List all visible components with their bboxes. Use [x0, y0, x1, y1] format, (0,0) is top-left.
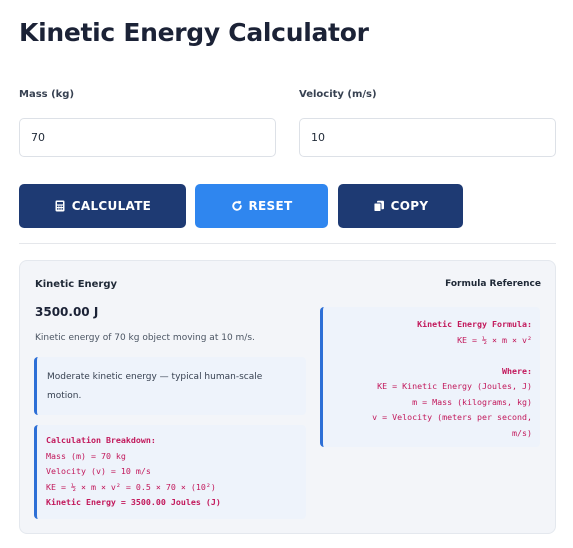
- breakdown-heading: Calculation Breakdown:: [46, 435, 156, 445]
- where-line: m = Mass (kilograms, kg): [412, 396, 532, 407]
- where-heading: Where:: [502, 365, 532, 376]
- mass-label: Mass (kg): [19, 89, 75, 100]
- calculate-button[interactable]: CALCULATE: [19, 184, 186, 228]
- copy-button[interactable]: COPY: [338, 184, 463, 228]
- result-value: 3500.00 J: [35, 305, 99, 319]
- result-label: Kinetic Energy: [35, 279, 118, 290]
- formula-reference-box: Kinetic Energy Formula: KE = ½ × m × v² …: [320, 307, 540, 447]
- where-line: m/s): [512, 427, 532, 438]
- calculator-icon: [54, 200, 66, 212]
- where-line: v = Velocity (meters per second,: [372, 412, 532, 422]
- breakdown-result-line: Kinetic Energy = 3500.00 Joules (J): [46, 497, 221, 507]
- where-line: KE = Kinetic Energy (Joules, J): [377, 381, 532, 391]
- reset-button[interactable]: RESET: [195, 184, 328, 228]
- formula-heading: Kinetic Energy Formula:: [417, 319, 532, 329]
- breakdown-line: Velocity (v) = 10 m/s: [46, 466, 151, 476]
- formula-text: KE = ½ × m × v²: [457, 334, 532, 345]
- breakdown-line: Mass (m) = 70 kg: [46, 450, 126, 461]
- divider: [19, 243, 556, 244]
- mass-input[interactable]: [19, 118, 276, 157]
- calculate-label: CALCULATE: [71, 199, 152, 213]
- result-description: Kinetic energy of 70 kg object moving at…: [35, 333, 255, 343]
- calculation-breakdown: Calculation Breakdown: Mass (m) = 70 kg …: [34, 425, 306, 519]
- breakdown-line: KE = ½ × m × v² = 0.5 × 70 × (10²): [46, 481, 216, 492]
- velocity-input[interactable]: [299, 118, 556, 157]
- reset-label: RESET: [248, 199, 293, 213]
- formula-reference-label: Formula Reference: [445, 279, 541, 289]
- interpretation-note: Moderate kinetic energy — typical human-…: [34, 357, 306, 415]
- interpretation-note-text: Moderate kinetic energy — typical human-…: [47, 372, 263, 401]
- refresh-icon: [231, 200, 243, 212]
- page-title: Kinetic Energy Calculator: [19, 18, 369, 47]
- velocity-label: Velocity (m/s): [299, 89, 377, 100]
- copy-label: COPY: [390, 199, 429, 213]
- copy-icon: [373, 200, 385, 212]
- results-panel: Kinetic Energy Formula Reference 3500.00…: [19, 260, 556, 534]
